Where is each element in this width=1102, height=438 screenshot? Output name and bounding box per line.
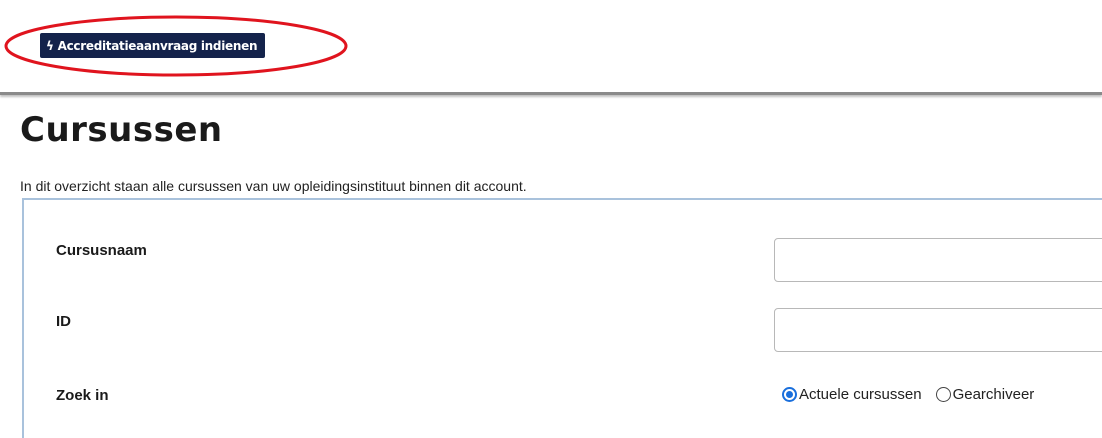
radio-current-courses[interactable] [782,387,797,402]
lightning-bolt-icon: ϟ [46,38,54,53]
radio-archived-courses-label[interactable]: Gearchiveer [953,386,1035,403]
page-title: Cursussen [20,110,223,150]
id-input[interactable] [774,308,1102,352]
submit-accreditation-label: Accreditatieaanvraag indienen [57,38,258,53]
search-in-radio-group: Actuele cursussen Gearchiveer [782,386,1034,403]
course-name-input[interactable] [774,238,1102,282]
top-toolbar: ϟ Accreditatieaanvraag indienen [0,0,1102,95]
search-in-label: Zoek in [56,387,109,404]
submit-accreditation-button[interactable]: ϟ Accreditatieaanvraag indienen [40,33,266,58]
radio-current-courses-label[interactable]: Actuele cursussen [799,386,922,403]
course-name-label: Cursusnaam [56,242,147,259]
page-intro: In dit overzicht staan alle cursussen va… [20,178,527,194]
radio-archived-courses[interactable] [935,387,951,402]
id-label: ID [56,313,71,330]
filter-panel: Cursusnaam ID Zoek in Actuele cursussen … [22,198,1102,438]
